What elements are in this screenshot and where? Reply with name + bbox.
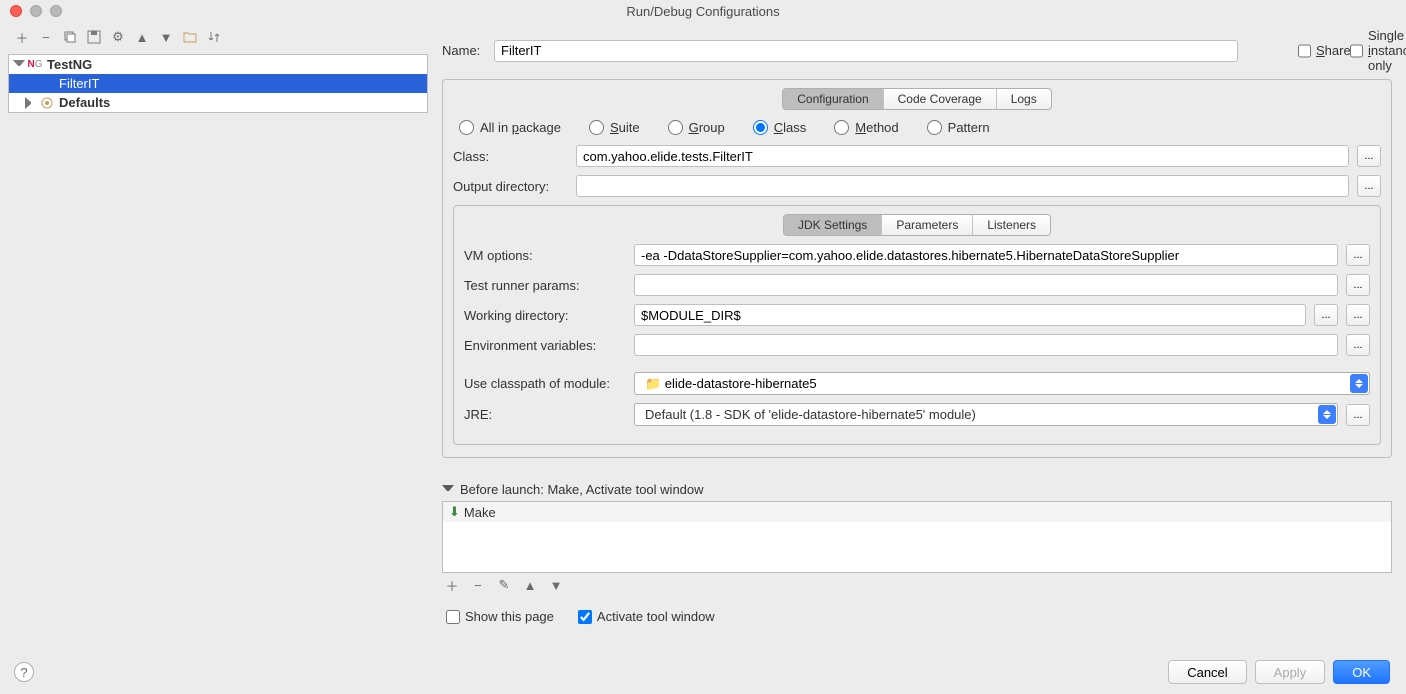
- cancel-button[interactable]: Cancel: [1168, 660, 1246, 684]
- test-kind-radiogroup: All in package Suite Group Class Method …: [459, 120, 1381, 135]
- output-dir-input[interactable]: [576, 175, 1349, 197]
- activate-tool-window-checkbox[interactable]: Activate tool window: [578, 609, 715, 624]
- class-label: Class:: [453, 149, 568, 164]
- inner-tabbar[interactable]: JDK Settings Parameters Listeners: [783, 214, 1051, 236]
- remove-icon[interactable]: −: [470, 577, 486, 593]
- tab-logs[interactable]: Logs: [997, 89, 1051, 109]
- tab-code-coverage[interactable]: Code Coverage: [884, 89, 997, 109]
- before-launch-header[interactable]: Before launch: Make, Activate tool windo…: [442, 482, 1392, 497]
- tab-jdk-settings[interactable]: JDK Settings: [784, 215, 882, 235]
- vm-options-label: VM options:: [464, 248, 626, 263]
- single-instance-checkbox[interactable]: Single instance only: [1350, 28, 1392, 73]
- configuration-tree[interactable]: NG TestNG FilterIT Defaults: [8, 54, 428, 113]
- make-icon: ⬇: [449, 504, 460, 520]
- tab-configuration[interactable]: Configuration: [783, 89, 883, 109]
- classpath-label: Use classpath of module:: [464, 376, 626, 391]
- tree-node-filterit[interactable]: FilterIT: [9, 74, 427, 93]
- env-vars-browse-button[interactable]: ...: [1346, 334, 1370, 356]
- classpath-select[interactable]: 📁 elide-datastore-hibernate5: [634, 372, 1370, 395]
- working-dir-browse-button[interactable]: ...: [1346, 304, 1370, 326]
- jre-browse-button[interactable]: ...: [1346, 404, 1370, 426]
- working-dir-input[interactable]: [634, 304, 1306, 326]
- testng-icon: NG: [27, 58, 43, 72]
- env-vars-input[interactable]: [634, 334, 1338, 356]
- jre-label: JRE:: [464, 407, 626, 422]
- titlebar: Run/Debug Configurations: [0, 0, 1406, 22]
- radio-suite[interactable]: Suite: [589, 120, 640, 135]
- runner-params-label: Test runner params:: [464, 278, 626, 293]
- folder-icon[interactable]: [182, 29, 198, 45]
- class-input[interactable]: [576, 145, 1349, 167]
- main-tabbar[interactable]: Configuration Code Coverage Logs: [782, 88, 1051, 110]
- radio-all-in-package[interactable]: All in package: [459, 120, 561, 135]
- env-vars-label: Environment variables:: [464, 338, 626, 353]
- vm-options-input[interactable]: [634, 244, 1338, 266]
- before-launch-list[interactable]: ⬇ Make: [442, 501, 1392, 573]
- sidebar-toolbar: ＋ − ⚙ ▲ ▼: [0, 22, 428, 52]
- move-down-icon[interactable]: ▼: [548, 577, 564, 593]
- add-icon[interactable]: ＋: [14, 29, 30, 45]
- show-this-page-checkbox[interactable]: Show this page: [446, 609, 554, 624]
- chevron-right-icon[interactable]: [25, 97, 37, 109]
- name-input[interactable]: [494, 40, 1238, 62]
- output-dir-label: Output directory:: [453, 179, 568, 194]
- tree-node-defaults[interactable]: Defaults: [9, 93, 427, 112]
- window-title: Run/Debug Configurations: [0, 4, 1406, 19]
- working-dir-label: Working directory:: [464, 308, 626, 323]
- move-down-icon[interactable]: ▼: [158, 29, 174, 45]
- add-icon[interactable]: ＋: [444, 577, 460, 593]
- save-icon[interactable]: [86, 29, 102, 45]
- apply-button[interactable]: Apply: [1255, 660, 1326, 684]
- move-up-icon[interactable]: ▲: [134, 29, 150, 45]
- remove-icon[interactable]: −: [38, 29, 54, 45]
- ok-button[interactable]: OK: [1333, 660, 1390, 684]
- chevron-down-icon[interactable]: [13, 60, 25, 72]
- jre-select[interactable]: Default (1.8 - SDK of 'elide-datastore-h…: [634, 403, 1338, 426]
- dialog-footer: ? Cancel Apply OK: [0, 650, 1406, 694]
- help-button[interactable]: ?: [14, 662, 34, 682]
- settings-icon[interactable]: ⚙: [110, 29, 126, 45]
- radio-method[interactable]: Method: [834, 120, 898, 135]
- radio-pattern[interactable]: Pattern: [927, 120, 990, 135]
- tree-node-testng[interactable]: NG TestNG: [9, 55, 427, 74]
- name-label: Name:: [442, 43, 484, 58]
- chevron-down-icon[interactable]: [442, 485, 454, 497]
- sort-icon[interactable]: [206, 29, 222, 45]
- output-dir-browse-button[interactable]: ...: [1357, 175, 1381, 197]
- runner-params-input[interactable]: [634, 274, 1338, 296]
- tab-listeners[interactable]: Listeners: [973, 215, 1050, 235]
- radio-class[interactable]: Class: [753, 120, 807, 135]
- class-browse-button[interactable]: ...: [1357, 145, 1381, 167]
- list-item[interactable]: ⬇ Make: [443, 502, 1391, 522]
- working-dir-insert-button[interactable]: ...: [1314, 304, 1338, 326]
- runner-expand-button[interactable]: ...: [1346, 274, 1370, 296]
- copy-icon[interactable]: [62, 29, 78, 45]
- edit-icon[interactable]: ✎: [496, 577, 512, 593]
- defaults-icon: [39, 96, 55, 110]
- configuration-panel: Configuration Code Coverage Logs All in …: [442, 79, 1392, 458]
- move-up-icon[interactable]: ▲: [522, 577, 538, 593]
- share-checkbox[interactable]: Share: [1298, 43, 1340, 58]
- vm-expand-button[interactable]: ...: [1346, 244, 1370, 266]
- radio-group[interactable]: Group: [668, 120, 725, 135]
- jdk-settings-panel: JDK Settings Parameters Listeners VM opt…: [453, 205, 1381, 445]
- tab-parameters[interactable]: Parameters: [882, 215, 973, 235]
